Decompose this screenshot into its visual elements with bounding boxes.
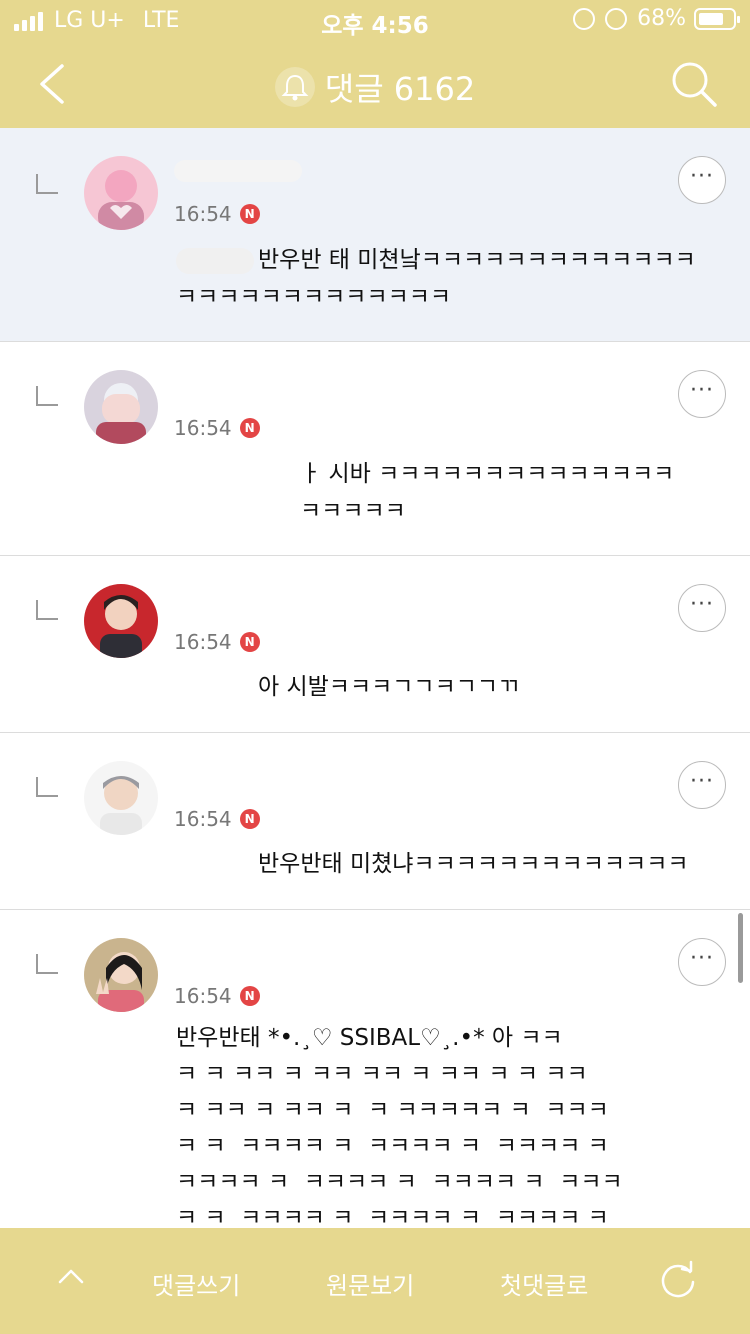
- new-badge: N: [239, 632, 260, 652]
- first-comment-button[interactable]: 첫댓글로: [500, 1266, 588, 1301]
- time-label: 16:54: [174, 202, 232, 226]
- comment-text: 반우반 태 미쳔낰ㅋㅋㅋㅋㅋㅋㅋㅋㅋㅋㅋㅋㅋㅋㅋㅋㅋㅋㅋㅋㅋㅋㅋㅋㅋㅋ: [176, 247, 696, 310]
- comment-time: 16:54 N: [174, 630, 260, 654]
- new-badge: N: [239, 418, 260, 438]
- time-label: 16:54: [174, 807, 232, 831]
- more-options-button[interactable]: ···: [678, 761, 726, 809]
- comment-text-row: 반우반 태 미쳔낰ㅋㅋㅋㅋㅋㅋㅋㅋㅋㅋㅋㅋㅋㅋㅋㅋㅋㅋㅋㅋㅋㅋㅋㅋㅋㅋ: [176, 242, 716, 316]
- bell-icon[interactable]: [274, 67, 315, 107]
- chevron-up-icon[interactable]: [58, 1264, 84, 1290]
- comment-time: 16:54 N: [174, 416, 260, 440]
- comment-text: ㅏ 시바 ㅋㅋㅋㅋㅋㅋㅋㅋㅋㅋㅋㅋㅋㅋ ㅋㅋㅋㅋㅋ: [300, 461, 675, 524]
- time-label: 16:54: [174, 630, 232, 654]
- nickname-redacted: [174, 160, 302, 182]
- time-label: 16:54: [174, 984, 232, 1008]
- refresh-icon[interactable]: [656, 1258, 700, 1302]
- comment-item: 16:54 N ··· 반우반 태 미쳔낰ㅋㅋㅋㅋㅋㅋㅋㅋㅋㅋㅋㅋㅋㅋㅋㅋㅋㅋㅋ…: [0, 128, 750, 342]
- comment-item: 16:54 N ··· 반우반태 *•.¸♡ SSIBAL♡¸.•* 아 ㅋㅋ …: [0, 910, 750, 1228]
- more-options-button[interactable]: ···: [678, 938, 726, 986]
- time-label: 16:54: [174, 416, 232, 440]
- new-badge: N: [239, 986, 260, 1006]
- avatar[interactable]: [84, 938, 158, 1012]
- scrollbar[interactable]: [738, 913, 743, 983]
- avatar[interactable]: [84, 761, 158, 835]
- comment-time: 16:54 N: [174, 202, 260, 226]
- status-bar: LG U+ LTE 오후 4:56 68%: [0, 0, 750, 40]
- reply-arrow-icon: [36, 386, 58, 406]
- avatar[interactable]: [84, 156, 158, 230]
- comment-count-title: 댓글 6162: [324, 70, 476, 108]
- search-icon[interactable]: [670, 60, 718, 108]
- mention-redacted: [176, 247, 254, 274]
- more-options-button[interactable]: ···: [678, 156, 726, 204]
- comment-text: 아 시발ㅋㅋㅋㄱㄱㅋㄱㄱㄲ: [258, 674, 520, 700]
- reply-arrow-icon: [36, 600, 58, 620]
- reply-arrow-icon: [36, 777, 58, 797]
- rotation-lock-icon: [573, 7, 596, 30]
- comment-text: 반우반태 *•.¸♡ SSIBAL♡¸.•* 아 ㅋㅋ ㅋ ㅋ ㅋㅋ ㅋ ㅋㅋ …: [176, 1025, 623, 1228]
- comment-item: 16:54 N ··· ㅏ 시바 ㅋㅋㅋㅋㅋㅋㅋㅋㅋㅋㅋㅋㅋㅋ ㅋㅋㅋㅋㅋ: [0, 342, 750, 556]
- comment-item: 16:54 N ··· 아 시발ㅋㅋㅋㄱㄱㅋㄱㄱㄲ: [0, 556, 750, 733]
- reply-arrow-icon: [36, 954, 58, 974]
- header-bar: LG U+ LTE 오후 4:56 68% 댓글 6162: [0, 0, 750, 128]
- battery-icon: [694, 7, 740, 30]
- more-options-button[interactable]: ···: [678, 584, 726, 632]
- page-title: 댓글 6162: [0, 64, 750, 111]
- avatar[interactable]: [84, 584, 158, 658]
- more-options-button[interactable]: ···: [678, 370, 726, 418]
- comment-text: 반우반태 미쳤냐ㅋㅋㅋㅋㅋㅋㅋㅋㅋㅋㅋㅋㅋ: [258, 851, 689, 877]
- view-original-button[interactable]: 원문보기: [326, 1266, 414, 1301]
- new-badge: N: [239, 204, 260, 224]
- comment-time: 16:54 N: [174, 807, 260, 831]
- comment-time: 16:54 N: [174, 984, 260, 1008]
- write-comment-button[interactable]: 댓글쓰기: [152, 1266, 240, 1301]
- alarm-icon: [605, 7, 628, 30]
- avatar[interactable]: [84, 370, 158, 444]
- comment-list[interactable]: 16:54 N ··· 반우반 태 미쳔낰ㅋㅋㅋㅋㅋㅋㅋㅋㅋㅋㅋㅋㅋㅋㅋㅋㅋㅋㅋ…: [0, 128, 750, 1228]
- reply-arrow-icon: [36, 174, 58, 194]
- new-badge: N: [239, 809, 260, 829]
- bottom-toolbar: 댓글쓰기 원문보기 첫댓글로: [0, 1228, 750, 1334]
- battery-percent: 68%: [637, 6, 686, 31]
- comment-item: 16:54 N ··· 반우반태 미쳤냐ㅋㅋㅋㅋㅋㅋㅋㅋㅋㅋㅋㅋㅋ: [0, 733, 750, 910]
